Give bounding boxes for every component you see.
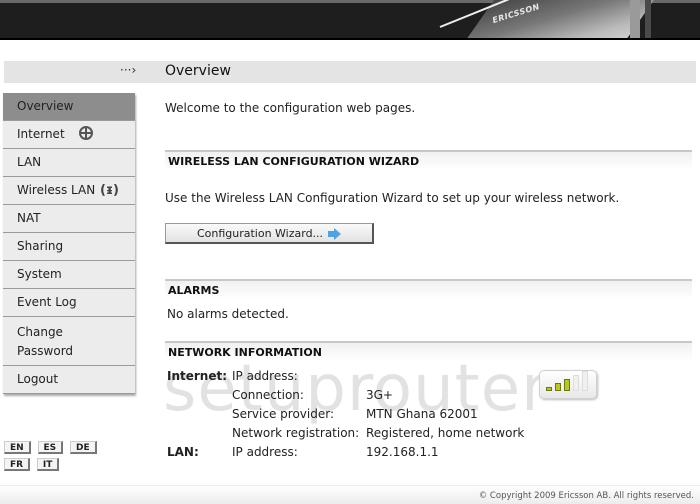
sidebar-item-label: System: [17, 267, 62, 281]
page-title: Overview: [165, 63, 231, 79]
banner-post-graphic: [630, 0, 640, 40]
sidebar-item-nat[interactable]: NAT: [3, 205, 135, 233]
lan-category-label: LAN:: [167, 445, 199, 459]
welcome-text: Welcome to the configuration web pages.: [165, 101, 416, 115]
sidebar-item-logout[interactable]: Logout: [3, 366, 135, 394]
sidebar-item-label: Change: [17, 325, 63, 339]
sidebar-item-label: Sharing: [17, 239, 64, 253]
sidebar-item-overview[interactable]: Overview: [3, 93, 135, 121]
sidebar-item-internet[interactable]: Internet: [3, 121, 135, 149]
sidebar-item-label: NAT: [17, 211, 41, 225]
signal-bar: [582, 371, 588, 391]
banner-post-graphic: [645, 0, 651, 40]
info-value: Registered, home network: [366, 426, 525, 440]
info-value: MTN Ghana 62001: [366, 407, 478, 421]
internet-category-label: Internet:: [167, 369, 228, 383]
arrow-right-icon-head: [334, 228, 342, 240]
copyright-text: © Copyright 2009 Ericsson AB. All rights…: [478, 491, 694, 501]
lang-button-fr[interactable]: FR: [4, 458, 31, 471]
sidebar-item-wireless-lan[interactable]: Wireless LAN (ᵻ): [3, 177, 135, 205]
sidebar-item-sharing[interactable]: Sharing: [3, 233, 135, 261]
sidebar-item-lan[interactable]: LAN: [3, 149, 135, 177]
info-label: Network registration:: [232, 426, 360, 440]
signal-bar: [546, 387, 552, 391]
sidebar-item-label: Wireless LAN: [17, 183, 96, 197]
sidebar-item-label: Logout: [17, 372, 59, 386]
signal-bar: [555, 383, 561, 391]
dotted-arrow-icon: ···›: [120, 63, 137, 77]
info-value: 3G+: [366, 388, 393, 402]
sidebar-item-label: LAN: [17, 155, 42, 169]
wizard-button-label: Configuration Wizard...: [196, 227, 324, 240]
language-selector: EN ES DE FR IT: [4, 439, 124, 473]
signal-bar: [573, 375, 579, 391]
sidebar-item-label: Internet: [17, 127, 65, 141]
sidebar-item-system[interactable]: System: [3, 261, 135, 289]
signal-strength-indicator: [539, 370, 597, 399]
info-label: IP address:: [232, 369, 298, 383]
wizard-description: Use the Wireless LAN Configuration Wizar…: [165, 191, 620, 205]
lang-button-es[interactable]: ES: [37, 441, 64, 454]
alarms-section-heading: ALARMS: [165, 279, 692, 299]
banner-bottom-line: [0, 38, 700, 40]
configuration-wizard-button[interactable]: Configuration Wizard...: [165, 223, 374, 244]
lang-button-en[interactable]: EN: [4, 441, 31, 454]
info-label: Service provider:: [232, 407, 334, 421]
antenna-icon: (ᵻ): [100, 183, 119, 198]
sidebar-item-label: Event Log: [17, 295, 77, 309]
sidebar-item-label: Overview: [17, 99, 74, 113]
page-title-bar: ···› Overview: [4, 61, 696, 83]
header-banner: ERICSSON: [0, 0, 700, 40]
info-label: IP address:: [232, 445, 298, 459]
lang-button-it[interactable]: IT: [36, 458, 60, 471]
info-value: 192.168.1.1: [366, 445, 439, 459]
wizard-section-heading: WIRELESS LAN CONFIGURATION WIZARD: [165, 150, 692, 170]
watermark: setuprouter: [163, 352, 549, 426]
sidebar-item-label: Password: [17, 344, 74, 358]
alarms-status-text: No alarms detected.: [167, 307, 289, 321]
footer: © Copyright 2009 Ericsson AB. All rights…: [0, 485, 700, 504]
sidebar-item-change-password[interactable]: Change Password: [3, 317, 135, 366]
network-section-heading: NETWORK INFORMATION: [165, 341, 692, 361]
globe-icon: [79, 126, 93, 140]
sidebar-nav: Overview Internet LAN Wireless LAN (ᵻ) N…: [3, 93, 135, 394]
info-label: Connection:: [232, 388, 304, 402]
signal-bar: [564, 379, 570, 391]
lang-button-de[interactable]: DE: [69, 441, 97, 454]
sidebar-item-event-log[interactable]: Event Log: [3, 289, 135, 317]
